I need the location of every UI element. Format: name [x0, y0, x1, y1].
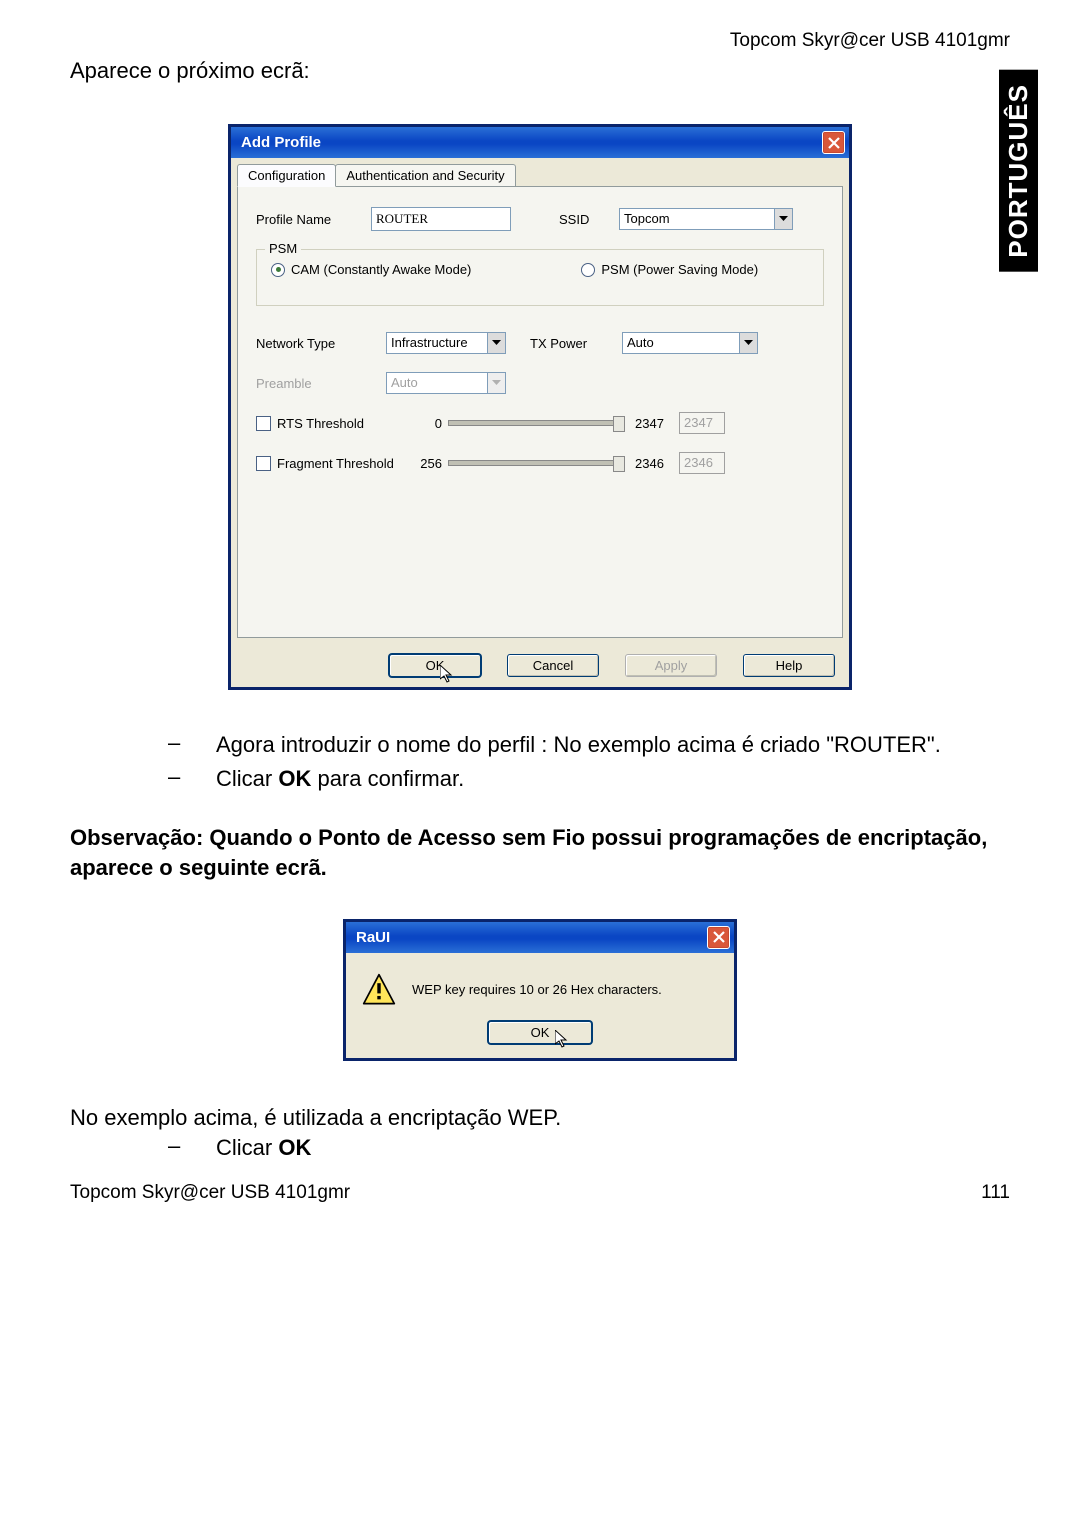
ssid-combo[interactable]: Topcom [619, 208, 793, 230]
bullet-3-pre: Clicar [216, 1135, 278, 1160]
fragment-slider[interactable] [448, 460, 625, 466]
tx-power-value: Auto [623, 333, 739, 353]
network-type-value: Infrastructure [387, 333, 487, 353]
chevron-down-icon[interactable] [739, 333, 757, 353]
radio-selected-icon [271, 263, 285, 277]
raul-dialog: RaUI WEP key requires 10 or 26 Hex chara… [343, 919, 737, 1061]
small-ok-button[interactable]: OK [488, 1021, 592, 1044]
small-dialog-message: WEP key requires 10 or 26 Hex characters… [412, 982, 662, 997]
slider-thumb-icon[interactable] [613, 456, 625, 472]
fragment-min: 256 [412, 456, 442, 471]
close-icon[interactable] [707, 926, 730, 949]
psm-legend: PSM [265, 241, 301, 256]
bullet-2-pre: Clicar [216, 766, 278, 791]
language-tab: PORTUGUÊS [999, 70, 1038, 272]
bullet-dash: – [168, 764, 216, 794]
ssid-label: SSID [559, 212, 619, 227]
network-type-label: Network Type [256, 336, 386, 351]
network-type-combo[interactable]: Infrastructure [386, 332, 506, 354]
rts-max: 2347 [631, 416, 673, 431]
preamble-value: Auto [387, 373, 487, 393]
chevron-down-icon[interactable] [487, 333, 505, 353]
note-text: Observação: Quando o Ponto de Acesso sem… [70, 823, 1010, 882]
dialog-title: Add Profile [241, 134, 321, 151]
rts-checkbox[interactable]: RTS Threshold [256, 416, 406, 431]
bullet-2-post: para confirmar. [311, 766, 464, 791]
radio-cam[interactable]: CAM (Constantly Awake Mode) [271, 262, 471, 277]
tab-configuration[interactable]: Configuration [237, 164, 336, 187]
small-dialog-title: RaUI [356, 929, 390, 946]
bullet-2: Clicar OK para confirmar. [216, 764, 1010, 794]
header-product: Topcom Skyr@cer USB 4101gmr [70, 30, 1010, 52]
rts-min: 0 [412, 416, 442, 431]
cancel-button[interactable]: Cancel [507, 654, 599, 677]
slider-thumb-icon[interactable] [613, 416, 625, 432]
fragment-label: Fragment Threshold [277, 456, 394, 471]
bullet-3-bold: OK [278, 1135, 311, 1160]
fragment-checkbox[interactable]: Fragment Threshold [256, 456, 406, 471]
chevron-down-icon [487, 373, 505, 393]
tab-auth-security[interactable]: Authentication and Security [335, 164, 515, 186]
fragment-max: 2346 [631, 456, 673, 471]
checkbox-icon [256, 456, 271, 471]
small-ok-label: OK [531, 1025, 550, 1040]
psm-group: PSM CAM (Constantly Awake Mode) PSM (Pow… [256, 249, 824, 306]
radio-psm-label: PSM (Power Saving Mode) [601, 262, 758, 277]
radio-cam-label: CAM (Constantly Awake Mode) [291, 262, 471, 277]
bullet-dash: – [168, 730, 216, 760]
rts-value: 2347 [679, 412, 725, 434]
small-dialog-titlebar: RaUI [346, 922, 734, 953]
preamble-label: Preamble [256, 376, 386, 391]
checkbox-icon [256, 416, 271, 431]
cursor-icon [440, 665, 456, 685]
chevron-down-icon[interactable] [774, 209, 792, 229]
apply-button: Apply [625, 654, 717, 677]
after-text: No exemplo acima, é utilizada a encripta… [70, 1105, 1010, 1131]
dialog-titlebar: Add Profile [231, 127, 849, 158]
radio-psm[interactable]: PSM (Power Saving Mode) [581, 262, 758, 277]
rts-slider[interactable] [448, 420, 625, 426]
footer-page-number: 111 [981, 1182, 1010, 1204]
ssid-value: Topcom [620, 209, 774, 229]
help-button[interactable]: Help [743, 654, 835, 677]
profile-name-input[interactable] [371, 207, 511, 231]
radio-unselected-icon [581, 263, 595, 277]
bullet-1: Agora introduzir o nome do perfil : No e… [216, 730, 1010, 760]
ok-button[interactable]: OK [389, 654, 481, 677]
tx-power-label: TX Power [530, 336, 622, 351]
tx-power-combo[interactable]: Auto [622, 332, 758, 354]
cursor-icon [555, 1030, 571, 1050]
intro-text: Aparece o próximo ecrã: [70, 58, 1010, 84]
footer-left: Topcom Skyr@cer USB 4101gmr [70, 1182, 350, 1204]
bullet-2-bold: OK [278, 766, 311, 791]
add-profile-dialog: Add Profile Configuration Authentication… [228, 124, 852, 690]
bullet-3: Clicar OK [216, 1133, 1010, 1163]
profile-name-label: Profile Name [256, 212, 371, 227]
fragment-value: 2346 [679, 452, 725, 474]
preamble-combo: Auto [386, 372, 506, 394]
bullet-dash: – [168, 1133, 216, 1163]
warning-icon [362, 973, 396, 1007]
rts-label: RTS Threshold [277, 416, 364, 431]
close-icon[interactable] [822, 131, 845, 154]
